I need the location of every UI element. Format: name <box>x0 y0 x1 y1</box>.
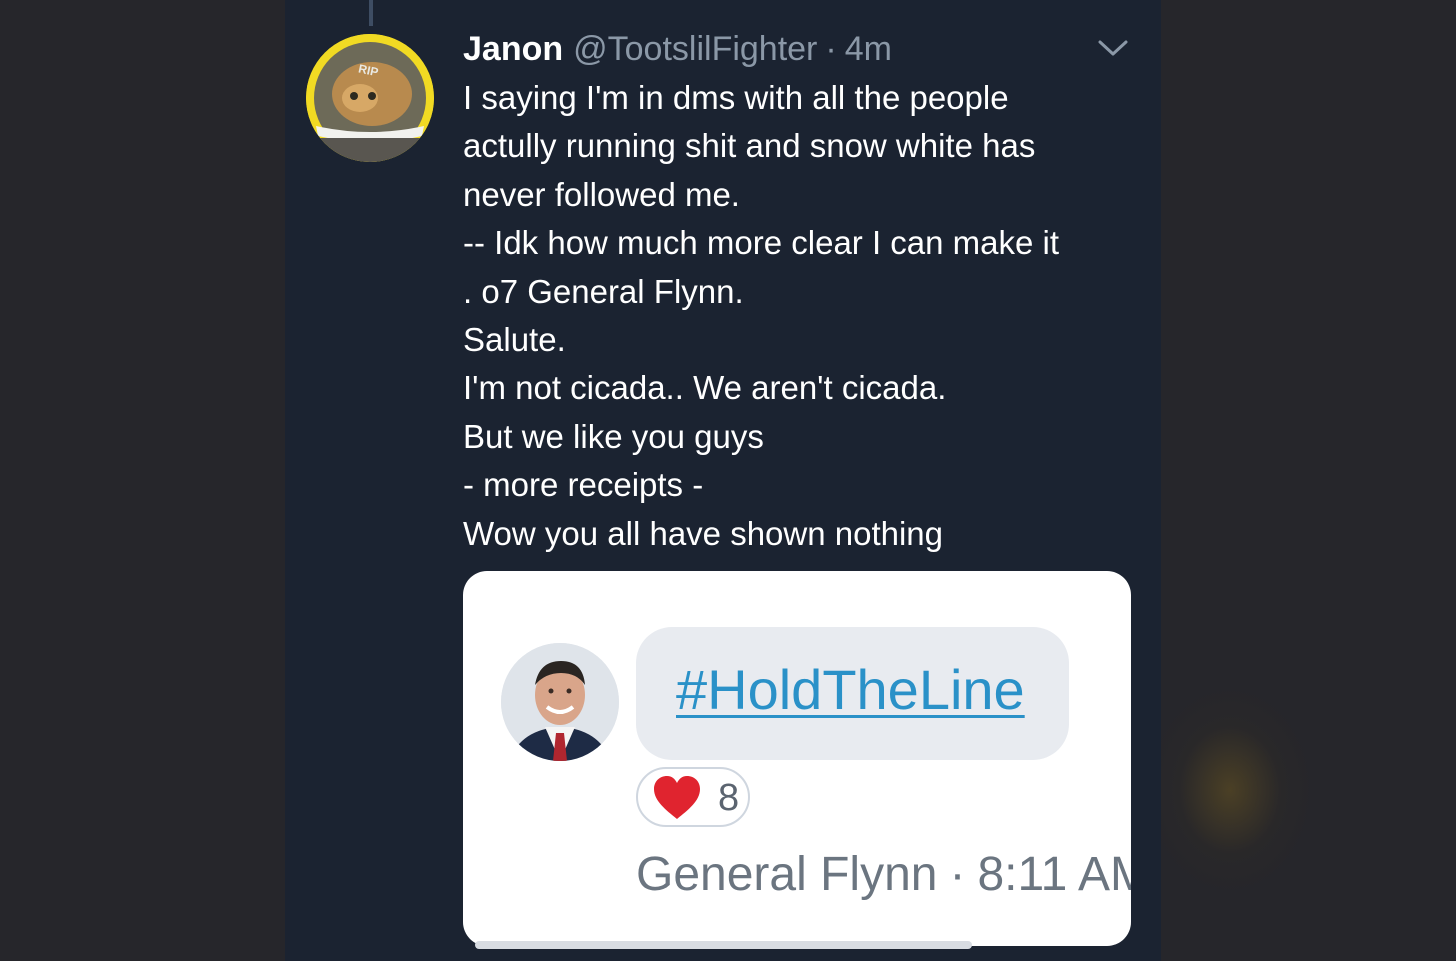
screenshot-frame: RIP Janon @TootslilFighter · 4m I saying… <box>0 0 1456 961</box>
tweet-header: Janon @TootslilFighter · 4m <box>463 24 1143 74</box>
message-bubble[interactable]: #HoldTheLine <box>636 627 1069 760</box>
tweet-text-line: I saying I'm in dms with all the people <box>463 79 1009 116</box>
header-separator: · <box>825 29 837 68</box>
tweet-text-line: Salute. <box>463 321 566 359</box>
display-name[interactable]: Janon <box>463 30 563 69</box>
tweet-text-line: But we like you guys <box>463 417 764 455</box>
horizontal-scrollbar[interactable] <box>475 941 972 949</box>
tweet-text-line: -- Idk how much more clear I can make it <box>463 224 1060 262</box>
sender-name: General Flynn <box>636 848 938 901</box>
thread-connector-line <box>369 0 373 26</box>
tweet-text-line: actully running shit and snow white has <box>463 127 1036 165</box>
tweet-text-line: - more receipts - <box>463 466 704 504</box>
embedded-screenshot-card[interactable]: #HoldTheLine 8 General Flynn · 8:11 AM <box>463 571 1131 946</box>
tweet-text-line: . o7 General Flynn. <box>463 272 744 310</box>
avatar-image: RIP <box>306 34 434 162</box>
hashtag-link[interactable]: #HoldTheLine <box>676 657 1025 722</box>
tweet-timestamp[interactable]: 4m <box>845 30 892 69</box>
tweet-text-line: I'm not cicada.. We aren't cicada. <box>463 369 947 407</box>
tweet-content: Janon @TootslilFighter · 4m I saying I'm… <box>463 24 1143 558</box>
sender-avatar <box>501 643 619 761</box>
tweet-text-line: never followed me. <box>463 175 740 213</box>
heart-icon <box>654 776 700 819</box>
heart-reaction[interactable]: 8 <box>636 767 750 827</box>
background-glow <box>1150 690 1310 890</box>
message-meta: General Flynn · 8:11 AM <box>636 847 1131 902</box>
chevron-down-icon[interactable] <box>1097 36 1129 60</box>
user-avatar[interactable]: RIP <box>306 34 434 162</box>
user-handle[interactable]: @TootslilFighter <box>573 30 817 69</box>
tweet-text-line: Wow you all have shown nothing <box>463 514 944 552</box>
message-time: 8:11 AM <box>977 848 1131 901</box>
meta-separator: · <box>949 848 966 901</box>
reaction-count: 8 <box>718 777 740 819</box>
tweet-text: I saying I'm in dms with all the people … <box>463 74 1143 558</box>
